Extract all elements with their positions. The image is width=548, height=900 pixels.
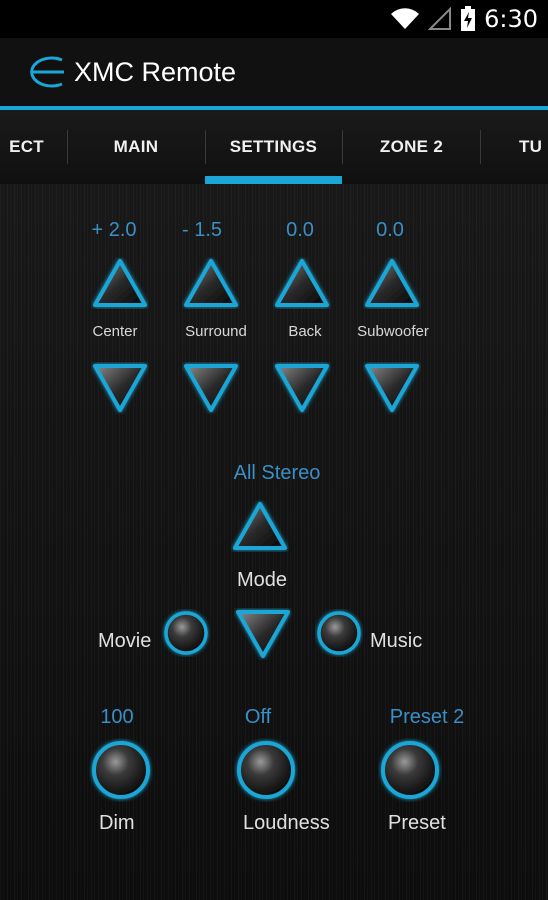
back-down-button[interactable] [273,362,331,414]
back-up-button[interactable] [273,257,331,309]
clock: 6:30 [484,5,538,33]
center-down-button[interactable] [91,362,149,414]
tab-strip: ECT MAIN SETTINGS ZONE 2 TU [0,110,548,184]
status-bar: 6:30 [0,0,548,38]
loudness-button[interactable] [234,738,298,802]
tab-select[interactable]: ECT [0,110,56,184]
dim-button[interactable] [89,738,153,802]
battery-charging-icon [461,6,476,31]
preset-value: Preset 2 [389,706,465,728]
loudness-value: Off [244,706,272,728]
dim-label: Dim [99,812,135,834]
back-level-value: 0.0 [286,219,314,241]
surround-label: Surround [185,323,247,340]
surround-level-value: - 1.5 [181,219,223,241]
back-label: Back [288,323,322,340]
mode-label: Mode [236,569,288,591]
movie-button[interactable] [162,609,210,657]
surround-down-button[interactable] [182,362,240,414]
preset-label: Preset [388,812,446,834]
music-label: Music [370,630,423,652]
center-level-value: + 2.0 [91,219,137,241]
tab-main[interactable]: MAIN [68,110,204,184]
tab-zone-2[interactable]: ZONE 2 [343,110,480,184]
movie-label: Movie [98,630,152,652]
center-up-button[interactable] [91,257,149,309]
app-logo-icon[interactable] [16,52,66,92]
signal-icon [428,7,452,30]
mode-value: All Stereo [233,462,321,484]
tab-tuner[interactable]: TU [481,110,548,184]
action-bar: XMC Remote [0,38,548,106]
subwoofer-level-value: 0.0 [376,219,404,241]
subwoofer-up-button[interactable] [363,257,421,309]
surround-up-button[interactable] [182,257,240,309]
subwoofer-down-button[interactable] [363,362,421,414]
app-title: XMC Remote [74,56,237,87]
wifi-icon [391,8,420,30]
mode-up-button[interactable] [231,500,289,552]
preset-button[interactable] [378,738,442,802]
tab-settings[interactable]: SETTINGS [205,110,342,184]
tab-selected-indicator [205,176,342,184]
music-button[interactable] [315,609,363,657]
loudness-label: Loudness [243,812,330,834]
mode-down-button[interactable] [234,608,292,660]
subwoofer-label: Subwoofer [357,323,429,340]
dim-value: 100 [100,706,134,728]
center-label: Center [92,323,138,340]
